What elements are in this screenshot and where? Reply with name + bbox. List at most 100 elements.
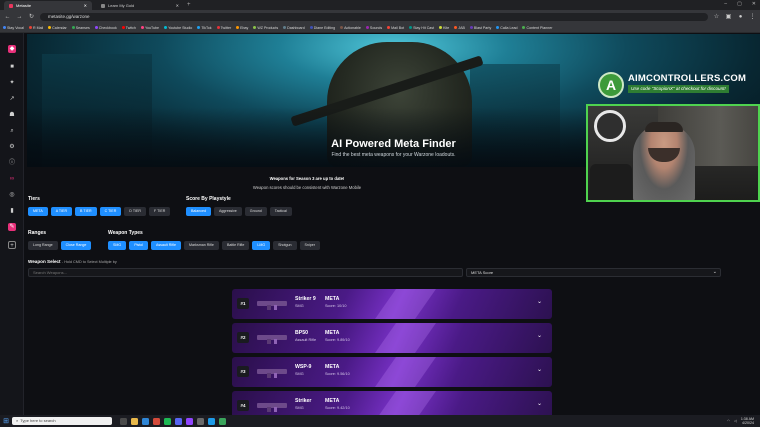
weapon-card[interactable]: #2 BP50 Assault Rifle META Score: 9.89/10 ⌄ — [232, 323, 552, 353]
settings-icon[interactable]: ⚙ — [8, 143, 16, 151]
tier-chip[interactable]: B TIER — [75, 207, 97, 216]
expand-chevron-icon[interactable]: ⌄ — [537, 298, 542, 305]
back-icon[interactable]: ← — [4, 14, 11, 20]
tier-badge: META — [325, 398, 340, 404]
expand-chevron-icon[interactable]: ⌄ — [537, 400, 542, 407]
expand-chevron-icon[interactable]: ⌄ — [537, 366, 542, 373]
bookmark-item[interactable]: Calla Lead — [496, 26, 517, 30]
bookmark-item[interactable]: Blast Party — [469, 26, 491, 30]
weapon-card[interactable]: #1 Striker 9 SMG META Score: 10/10 ⌄ — [232, 289, 552, 319]
bookmark-item[interactable]: Twitter — [216, 26, 231, 30]
playstyle-chip[interactable]: Ground — [244, 207, 267, 216]
tier-chip[interactable]: D TIER — [124, 207, 147, 216]
wifi-icon[interactable]: ◠ — [727, 419, 730, 423]
edit-icon[interactable]: ✎ — [8, 223, 16, 231]
file-explorer-icon[interactable] — [131, 417, 138, 425]
url-field[interactable]: metasite.gg/warzone — [40, 12, 708, 21]
weapon-type-chip[interactable]: Sniper — [299, 241, 320, 250]
bookmark-item[interactable]: WZ Products — [253, 26, 278, 30]
steam-icon[interactable] — [208, 417, 215, 425]
trophy-icon[interactable]: ☗ — [8, 111, 16, 119]
bookmark-item[interactable]: JAB — [454, 26, 465, 30]
weapon-type-chip[interactable]: Pistol — [129, 241, 148, 250]
loadout-icon[interactable]: ✦ — [8, 79, 16, 87]
tier-chip[interactable]: C TIER — [99, 207, 122, 216]
bookmark-item[interactable]: Checkbook — [94, 26, 117, 30]
extensions-icon[interactable]: ▣ — [725, 13, 732, 20]
close-tab-icon[interactable]: ✕ — [84, 1, 87, 10]
bookmark-item[interactable]: R Mail — [28, 26, 43, 30]
weapon-type-chip[interactable]: SMG — [108, 241, 127, 250]
bookmark-item[interactable]: Ebay — [236, 26, 248, 30]
add-icon[interactable]: + — [8, 241, 16, 249]
weapon-type-chip[interactable]: Marksman Rifle — [183, 241, 219, 250]
expand-chevron-icon[interactable]: ⌄ — [537, 332, 542, 339]
bookmark-item[interactable]: Kite — [439, 26, 449, 30]
bookmark-item[interactable]: Youtube Studio — [164, 26, 192, 30]
link-icon[interactable]: ∞ — [8, 175, 16, 183]
close-window-icon[interactable]: ✕ — [752, 1, 756, 7]
playstyle-chip[interactable]: Balanced — [186, 207, 211, 216]
maximize-icon[interactable]: ▢ — [737, 1, 742, 7]
minimize-icon[interactable]: – — [724, 1, 727, 7]
globe-icon[interactable]: ◎ — [8, 191, 16, 199]
search-icon[interactable]: ⌕ — [8, 127, 16, 135]
weapon-type-chip[interactable]: Battle Rifle — [221, 241, 250, 250]
range-chip[interactable]: Long Range — [28, 241, 58, 250]
bookmark-item[interactable]: Stay Vocal — [3, 26, 24, 30]
sponsor-brand: AIMCONTROLLERS.COM — [628, 73, 747, 84]
edge-icon[interactable] — [142, 417, 149, 425]
tier-chip[interactable]: META — [28, 207, 48, 216]
bookmark-item[interactable]: YouTube — [140, 26, 159, 30]
weapon-type-chip[interactable]: Shotgun — [273, 241, 297, 250]
browser-tab[interactable]: Metasite ✕ — [4, 1, 92, 10]
range-chip[interactable]: Close Range — [60, 241, 92, 250]
weapon-type-chip[interactable]: LMG — [252, 241, 271, 250]
bookmark-item[interactable]: Mail Bot — [387, 26, 404, 30]
bookmark-item[interactable]: Calendar — [48, 26, 67, 30]
bookmark-item[interactable]: Dashboard — [283, 26, 305, 30]
forward-icon[interactable]: → — [16, 14, 23, 20]
browser-tab[interactable]: Learn My Gold ✕ — [96, 1, 184, 10]
site-logo-icon[interactable]: ◆ — [8, 45, 16, 53]
bookmark-item[interactable]: Sounds — [365, 26, 382, 30]
bookmark-item[interactable]: Stay Hit Cast — [409, 26, 434, 30]
bookmark-item[interactable]: Content Planner — [522, 26, 552, 30]
info-icon[interactable]: ⓘ — [8, 159, 16, 167]
weapon-type-chip[interactable]: Assault Rifle — [150, 241, 181, 250]
obs-icon[interactable] — [197, 417, 204, 425]
chart-icon[interactable]: ↗ — [8, 95, 16, 103]
bookmark-item[interactable]: Diane Editing — [309, 26, 335, 30]
bookmark-item[interactable]: TikTok — [197, 26, 212, 30]
weapon-card[interactable]: #3 WSP-9 SMG META Score: 9.56/10 ⌄ — [232, 357, 552, 387]
bookmark-item[interactable]: Actionable — [340, 26, 361, 30]
playstyle-chip[interactable]: Aggressive — [214, 207, 242, 216]
menu-icon[interactable]: ⋮ — [749, 13, 756, 20]
reload-icon[interactable]: ↻ — [28, 13, 35, 20]
bookmark-favicon-icon — [28, 26, 32, 29]
app-icon[interactable] — [219, 417, 226, 425]
profile-icon[interactable]: ● — [737, 14, 744, 20]
new-tab-icon[interactable]: + — [187, 1, 191, 10]
home-icon[interactable]: ■ — [8, 63, 16, 71]
tier-chip[interactable]: A TIER — [50, 207, 73, 216]
spotify-icon[interactable] — [164, 417, 171, 425]
clock[interactable]: 1:38 AM 4/20/24 — [741, 417, 754, 425]
bookmark-icon[interactable]: ▮ — [8, 207, 16, 215]
star-icon[interactable]: ☆ — [713, 13, 720, 20]
chrome-icon[interactable] — [153, 417, 160, 425]
volume-icon[interactable]: ◁ — [734, 419, 737, 423]
discord-icon[interactable] — [175, 417, 182, 425]
playstyle-chip[interactable]: Tactical — [269, 207, 292, 216]
taskbar-search[interactable]: ⌕ Type here to search — [12, 417, 112, 425]
bookmark-item[interactable]: Seanses — [71, 26, 90, 30]
weapon-search-input[interactable]: Search Weapons... — [28, 268, 463, 277]
bookmark-item[interactable]: Twitch — [121, 26, 136, 30]
playstyle-label: Score By Playstyle — [186, 196, 231, 202]
twitch-icon[interactable] — [186, 417, 193, 425]
sort-select[interactable]: META Score ⌄ — [466, 268, 721, 277]
close-tab-icon[interactable]: ✕ — [176, 1, 179, 10]
tier-chip[interactable]: F TIER — [149, 207, 171, 216]
windows-start-icon[interactable]: ⊞ — [0, 417, 12, 425]
task-view-icon[interactable] — [120, 417, 127, 425]
